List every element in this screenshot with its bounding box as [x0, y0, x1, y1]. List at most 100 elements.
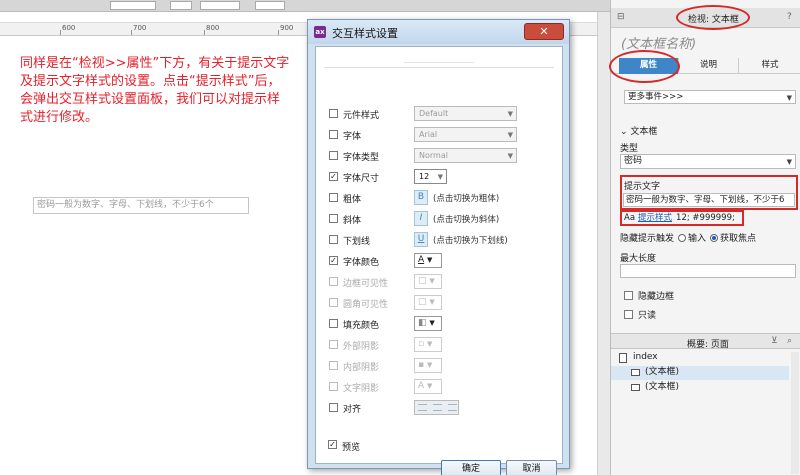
- row-label: 对齐: [343, 405, 362, 415]
- max-length-input[interactable]: [620, 264, 796, 278]
- font-select[interactable]: Arial ▼: [414, 127, 517, 142]
- checkbox[interactable]: [329, 235, 338, 244]
- toolbar-field[interactable]: [200, 1, 240, 10]
- canvas-scrollbar[interactable]: [597, 12, 610, 475]
- more-events-select[interactable]: 更多事件>>> ▼: [624, 90, 796, 104]
- hint-style-link[interactable]: 提示样式: [638, 213, 672, 223]
- top-toolbar: [0, 0, 610, 12]
- ok-button[interactable]: 确定: [441, 460, 501, 475]
- checkbox[interactable]: [329, 298, 338, 307]
- toolbar-field[interactable]: [110, 1, 156, 10]
- checkbox[interactable]: [329, 403, 338, 412]
- tree-item-page[interactable]: index: [611, 351, 789, 365]
- type-select[interactable]: 密码 ▼: [620, 154, 796, 169]
- annotation-oval: [609, 50, 680, 83]
- tree-item-textbox[interactable]: (文本框): [611, 381, 789, 395]
- chevron-down-icon: ▼: [429, 319, 435, 327]
- cancel-button[interactable]: 取消: [506, 460, 557, 475]
- text-shadow-picker[interactable]: A ▼: [414, 379, 442, 394]
- ruler-tick-label: 900: [280, 24, 294, 32]
- row-label: 斜体: [343, 216, 362, 226]
- checkbox[interactable]: [329, 109, 338, 118]
- outline-scrollbar[interactable]: [791, 352, 799, 474]
- underline-hint: (点击切换为下划线): [433, 236, 508, 246]
- inner-shadow-picker[interactable]: ▪ ▼: [414, 358, 442, 373]
- underline-toggle-button[interactable]: U: [414, 232, 428, 247]
- textbox-section-header[interactable]: ⌄ 文本框: [620, 124, 657, 137]
- bold-toggle-button[interactable]: B: [414, 190, 428, 205]
- dialog-body: 元件样式 Default ▼ 字体 Arial ▼ 字体类型 Normal ▼ ✓ 字…: [315, 46, 563, 475]
- checkbox[interactable]: [329, 193, 338, 202]
- ruler-tick: [278, 30, 279, 35]
- ruler-tick-label: 800: [206, 24, 220, 32]
- chevron-down-icon: ▼: [426, 361, 433, 369]
- chevron-down-icon: ▼: [426, 340, 433, 348]
- hint-text-box: 提示文字 密码一般为数字、字母、下划线，不少于6: [620, 175, 798, 210]
- readonly-checkbox[interactable]: [624, 310, 633, 319]
- radio-input[interactable]: [678, 234, 687, 242]
- checkbox[interactable]: [329, 361, 338, 370]
- font-color-picker[interactable]: A ▼: [414, 253, 442, 268]
- italic-hint: (点击切换为斜体): [433, 215, 500, 225]
- checkbox[interactable]: [329, 340, 338, 349]
- checkbox[interactable]: [329, 319, 338, 328]
- help-icon[interactable]: ?: [787, 12, 792, 22]
- align-button-group[interactable]: [414, 400, 459, 415]
- toolbar-field[interactable]: [255, 1, 285, 10]
- filter-icon[interactable]: ⊻: [771, 336, 778, 346]
- dialog-header-strip: [324, 54, 554, 68]
- checkbox[interactable]: [329, 277, 338, 286]
- style-row-widget-style: 元件样式 Default ▼: [329, 106, 559, 122]
- widget-style-select[interactable]: Default ▼: [414, 106, 517, 121]
- row-label: 字体尺寸: [343, 174, 380, 184]
- italic-toggle-button[interactable]: I: [414, 211, 428, 226]
- radio-focus[interactable]: [710, 234, 719, 242]
- search-icon[interactable]: ⌕: [787, 336, 792, 346]
- textbox-icon: [631, 384, 640, 391]
- row-label: 圆角可见性: [343, 300, 389, 310]
- style-row-font-size: ✓ 字体尺寸 12 ▼: [329, 169, 559, 185]
- font-type-select[interactable]: Normal ▼: [414, 148, 517, 163]
- font-size-select[interactable]: 12 ▼: [414, 169, 447, 184]
- ruler-tick: [131, 30, 132, 35]
- checkbox-checked[interactable]: ✓: [328, 440, 337, 449]
- style-row-font-type: 字体类型 Normal ▼: [329, 148, 559, 164]
- outer-shadow-picker[interactable]: ▫ ▼: [414, 337, 442, 352]
- annotation-oval: [676, 5, 750, 30]
- style-row-font-color: ✓ 字体颜色 A ▼: [329, 253, 559, 269]
- password-textbox[interactable]: 密码一般为数字、字母、下划线，不少于6个: [33, 197, 249, 214]
- hint-text-input[interactable]: 密码一般为数字、字母、下划线，不少于6: [623, 193, 795, 207]
- chevron-down-icon: ▼: [786, 94, 792, 102]
- style-row-outer-shadow: 外部阴影 ▫ ▼: [329, 337, 559, 353]
- border-picker[interactable]: □ ▼: [414, 274, 442, 289]
- readonly-label: 只读: [638, 311, 657, 321]
- tab-style[interactable]: 样式: [739, 58, 800, 74]
- chevron-down-icon: ▼: [507, 110, 513, 118]
- style-row-underline: 下划线 U (点击切换为下划线): [329, 232, 559, 248]
- hide-border-checkbox[interactable]: [624, 291, 633, 300]
- widget-name-field[interactable]: (文本框名称): [621, 33, 696, 52]
- corner-picker[interactable]: □ ▼: [414, 295, 442, 310]
- description-annotation: 同样是在“检视>>属性”下方，有关于提示文字及提示文字样式的设置。点击“提示样式…: [20, 56, 290, 125]
- checkbox[interactable]: [329, 382, 338, 391]
- tree-item-textbox[interactable]: (文本框): [611, 366, 789, 380]
- checkbox[interactable]: [329, 214, 338, 223]
- style-row-inner-shadow: 内部阴影 ▪ ▼: [329, 358, 559, 374]
- chevron-down-icon: ▼: [429, 277, 435, 285]
- toolbar-field[interactable]: [170, 1, 192, 10]
- close-button[interactable]: ✕: [524, 23, 564, 40]
- collapse-icon[interactable]: ⊟: [617, 12, 625, 22]
- checkbox-checked[interactable]: ✓: [329, 256, 338, 265]
- checkbox-checked[interactable]: ✓: [329, 172, 338, 181]
- dialog-titlebar[interactable]: ax 交互样式设置 ✕: [308, 20, 569, 44]
- outline-title: 概要: 页面: [687, 340, 729, 350]
- fill-color-picker[interactable]: ◧ ▼: [414, 316, 442, 331]
- tab-notes[interactable]: 说明: [679, 58, 739, 74]
- textbox-icon: [631, 369, 640, 376]
- chevron-down-icon: ▼: [437, 173, 443, 181]
- checkbox[interactable]: [329, 130, 338, 139]
- preview-option[interactable]: ✓ 预览: [328, 438, 388, 453]
- max-length-label: 最大长度: [620, 254, 657, 264]
- row-label: 粗体: [343, 195, 362, 205]
- checkbox[interactable]: [329, 151, 338, 160]
